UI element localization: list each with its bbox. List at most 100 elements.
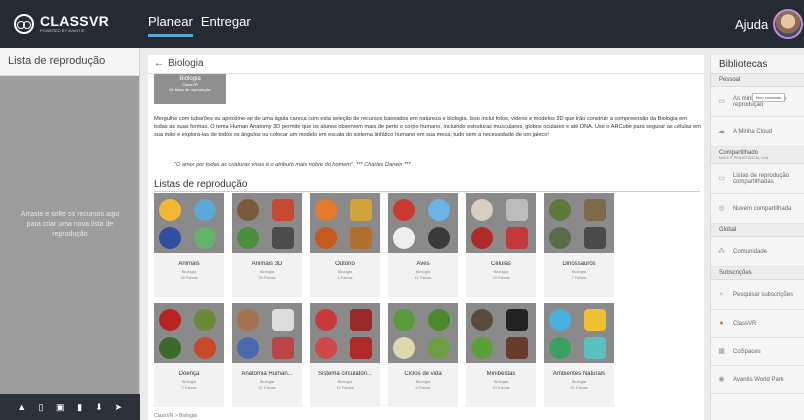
playlist-thumbnail <box>544 303 614 363</box>
thumbnail-tile <box>549 309 571 331</box>
playlist-category: Biologia <box>571 379 587 384</box>
search-icon: ⌕ <box>719 291 724 298</box>
thumbnail-tile <box>393 199 415 221</box>
thumbnail-tile <box>471 309 493 331</box>
thumbnail-tile <box>584 337 606 359</box>
library-item[interactable]: ◎ Nuvem compartilhada <box>711 194 804 224</box>
library-description: Mergulhe com tubarões ou aproxime-se de … <box>154 116 701 138</box>
playlist-thumbnail <box>388 193 458 253</box>
playlist-name: Anatomia Human... <box>241 371 293 377</box>
thumbnail-tile <box>315 199 337 221</box>
copy-icon[interactable]: ▯ <box>36 402 46 412</box>
page-title-text: Biologia <box>168 58 204 69</box>
thumbnail-tile <box>393 309 415 331</box>
playlist-thumbnail <box>310 303 380 363</box>
library-item-label: ClassVR <box>733 320 757 327</box>
thumbnail-tile <box>506 227 528 249</box>
playlist-thumbnail <box>466 303 536 363</box>
playlist-card[interactable]: Anatomia Human... Biologia 22 Faixas <box>232 303 302 407</box>
thumbnail-tile <box>237 199 259 221</box>
playlist-card[interactable]: Células Biologia 15 Faixas <box>466 193 536 297</box>
playlist-count: 7 Faixas <box>571 275 587 280</box>
library-section-header: Compartilhado MAKE IT PEDAGOGICAL, LDA <box>711 147 804 164</box>
thumbnail-tile <box>471 199 493 221</box>
playlist-card[interactable]: Ciclos de vida Biologia 5 Faixas <box>388 303 458 407</box>
save-icon[interactable]: ▣ <box>55 402 65 412</box>
thumbnail-tile <box>428 227 450 249</box>
playlist-count: 5 Faixas <box>415 385 431 390</box>
library-item[interactable]: ▭As minhas vistas de reprodução <box>711 87 804 117</box>
playlist-category: Biologia <box>181 269 197 274</box>
section-label: Pessoal <box>719 77 741 83</box>
library-item[interactable]: ☁ A Minha Cloud <box>711 117 804 147</box>
playlist-thumbnail <box>310 193 380 253</box>
playlist-card[interactable]: Ambientes Naturais Biologia 20 Faixas <box>544 303 614 407</box>
library-item[interactable]: ◉ Avantis World Park <box>711 366 804 394</box>
playlist-count: 15 Faixas <box>492 275 510 280</box>
library-item[interactable]: ● ClassVR <box>711 310 804 338</box>
playlist-count: 7 Faixas <box>181 385 197 390</box>
playlist-thumbnail <box>544 193 614 253</box>
playlist-count: 6 Faixas <box>337 275 353 280</box>
library-item-label: Pesquisar subscrições <box>733 291 794 298</box>
playlist-count: 11 Faixas <box>336 385 354 390</box>
playlist-card[interactable]: Minibestas Biologia 10 Faixas <box>466 303 536 407</box>
logo-name: CLASSVR <box>40 13 109 29</box>
playlist-name: Animais 3D <box>251 261 283 267</box>
section-label: Subscrições <box>719 270 752 276</box>
help-link[interactable]: Ajuda <box>735 17 768 32</box>
playlist-card[interactable]: Animais Biologia 16 Faixas <box>154 193 224 297</box>
library-item[interactable]: ⁂ Comunidade <box>711 237 804 267</box>
playlist-drop-hint[interactable]: Arraste e solte os recursos aqui para cr… <box>20 210 120 240</box>
playlist-panel-title: Lista de reprodução <box>0 48 139 76</box>
thumbnail-tile <box>350 337 372 359</box>
thumbnail-tile <box>315 337 337 359</box>
send-icon[interactable]: ➤ <box>113 402 123 412</box>
playlist-card[interactable]: Aves Biologia 11 Faixas <box>388 193 458 297</box>
thumbnail-tile <box>159 337 181 359</box>
user-avatar[interactable] <box>773 9 803 39</box>
playlist-category: Biologia <box>181 379 197 384</box>
thumbnail-tile <box>584 199 606 221</box>
folder-icon: ▭ <box>718 98 725 105</box>
classvr-logo[interactable]: CLASSVR POWERED BY AVANTIS <box>14 14 109 34</box>
thumbnail-tile <box>237 337 259 359</box>
library-item[interactable]: ▦ CoSpaces <box>711 338 804 366</box>
library-content: ← Biologia Biologia ClassVR 24 listas de … <box>148 55 704 420</box>
breadcrumb[interactable]: ClassVR > Biologia <box>154 413 197 419</box>
library-item[interactable]: ▭ Listas de reprodução compartilhadas <box>711 164 804 194</box>
playlist-card[interactable]: Sistema circulatóri... Biologia 11 Faixas <box>310 303 380 407</box>
thumbnail-tile <box>194 227 216 249</box>
thumbnail-tile <box>159 309 181 331</box>
library-section-header: Global <box>711 224 804 237</box>
playlist-category: Biologia <box>571 269 587 274</box>
thumbnail-tile <box>237 227 259 249</box>
thumbnail-tile <box>506 199 528 221</box>
playlist-card[interactable]: Outono Biologia 6 Faixas <box>310 193 380 297</box>
thumbnail-tile <box>393 227 415 249</box>
community-icon: ⁂ <box>718 248 725 255</box>
back-arrow-icon[interactable]: ← <box>154 58 164 69</box>
thumbnail-tile <box>428 199 450 221</box>
library-item[interactable]: ⌕ Pesquisar subscrições <box>711 280 804 310</box>
download-icon[interactable]: ⬇ <box>94 402 104 412</box>
playlist-card[interactable]: Dinossauros Biologia 7 Faixas <box>544 193 614 297</box>
user-icon[interactable]: ▲ <box>17 402 27 412</box>
cospaces-icon: ▦ <box>718 348 725 355</box>
tab-entregar[interactable]: Entregar <box>201 14 251 37</box>
tab-planear[interactable]: Planear <box>148 14 193 37</box>
library-item-label: Nuvem compartilhada <box>733 205 792 212</box>
playlist-category: Biologia <box>259 269 275 274</box>
delete-icon[interactable]: ▮ <box>75 402 85 412</box>
shared-cloud-icon: ◎ <box>718 205 725 212</box>
thumbnail-tile <box>471 227 493 249</box>
playlist-thumbnail <box>466 193 536 253</box>
playlist-card[interactable]: Animais 3D Biologia 29 Faixas <box>232 193 302 297</box>
library-item-label: Avantis World Park <box>733 376 784 383</box>
library-item-label: CoSpaces <box>733 348 761 355</box>
thumbnail-tile <box>272 227 294 249</box>
playlist-panel: Lista de reprodução Arraste e solte os r… <box>0 48 140 420</box>
playlist-card[interactable]: Doença Biologia 7 Faixas <box>154 303 224 407</box>
thumbnail-tile <box>350 199 372 221</box>
library-item-label: A Minha Cloud <box>733 128 773 135</box>
